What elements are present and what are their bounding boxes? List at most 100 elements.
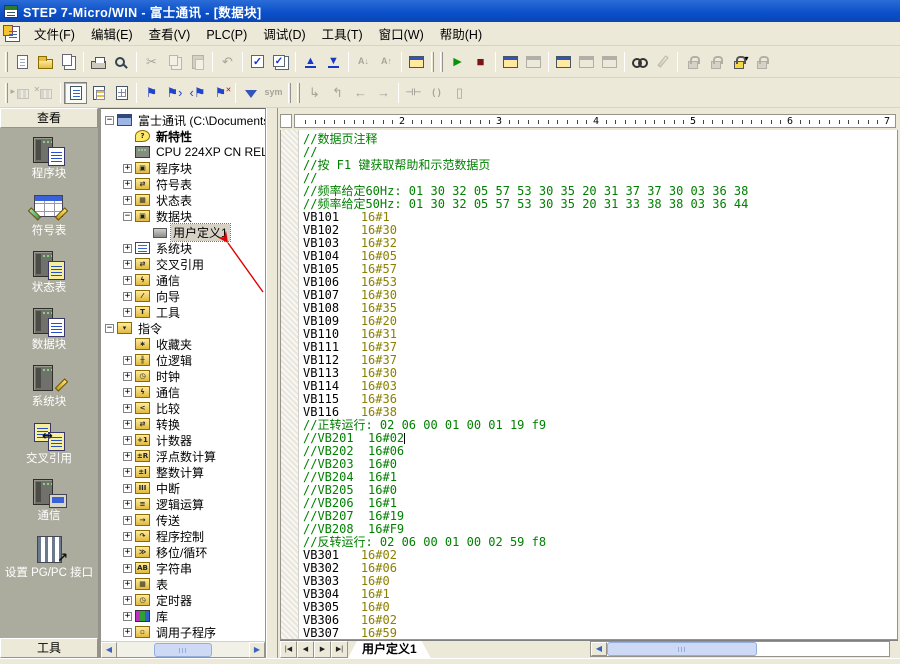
sidebar-item-status-chart[interactable]: 状态表 [0, 250, 98, 294]
data-block-text[interactable]: //数据页注释////按 F1 键获取帮助和示范数据页////频率给定60Hz:… [299, 130, 897, 639]
scroll-track[interactable] [757, 642, 889, 656]
expander-plus-icon[interactable]: + [123, 164, 134, 173]
sort-descending-button[interactable]: A↑ [375, 51, 398, 73]
tree-item[interactable]: ∗ 收藏夹 [103, 336, 265, 352]
tree-item[interactable]: + ϟ 通信 [103, 384, 265, 400]
tree-item[interactable]: + ▦ 表 [103, 576, 265, 592]
expander-plus-icon[interactable]: + [123, 468, 134, 477]
expander-plus-icon[interactable]: + [123, 564, 134, 573]
compile-all-button[interactable] [269, 51, 292, 73]
cut-button[interactable]: ✂ [140, 51, 163, 73]
code-line[interactable]: //按 F1 键获取帮助和示范数据页 [303, 159, 897, 172]
expander-plus-icon[interactable]: + [123, 276, 134, 285]
code-line[interactable]: VB302 16#06 [303, 562, 897, 575]
scroll-left-icon[interactable]: ◀ [101, 642, 117, 658]
sidebar-item-program-block[interactable]: 程序块 [0, 136, 98, 180]
expander-plus-icon[interactable]: + [123, 484, 134, 493]
paste-button[interactable] [186, 51, 209, 73]
expander-minus-icon[interactable]: − [123, 212, 134, 221]
pause-program-status-button[interactable] [522, 51, 545, 73]
tree-item[interactable]: + ⁄ 向导 [103, 288, 265, 304]
view-stl-button[interactable] [87, 82, 110, 104]
program-status-button[interactable] [499, 51, 522, 73]
coil-button[interactable]: ( ) [425, 82, 448, 104]
symbolic-addressing-button[interactable]: sym [262, 82, 285, 104]
expander-plus-icon[interactable]: + [123, 180, 134, 189]
expander-plus-icon[interactable]: + [123, 532, 134, 541]
scroll-thumb[interactable] [607, 642, 757, 656]
tab-user-defined-1[interactable]: 用户定义1 [348, 641, 431, 658]
tree-item[interactable]: + ⇄ 符号表 [103, 176, 265, 192]
menu-帮助(H)[interactable]: 帮助(H) [432, 25, 490, 45]
expander-minus-icon[interactable]: − [105, 116, 116, 125]
run-button[interactable]: ► [446, 51, 469, 73]
open-project-button[interactable] [34, 51, 57, 73]
lock-button[interactable] [681, 51, 704, 73]
sidebar-item-set-pg-pc-interface[interactable]: ↗ 设置 PG/PC 接口 [0, 535, 98, 579]
menu-文件(F)[interactable]: 文件(F) [26, 25, 83, 45]
expander-plus-icon[interactable]: + [123, 500, 134, 509]
tree-item[interactable]: + ϟ 通信 [103, 272, 265, 288]
scroll-right-icon[interactable]: ▶ [249, 642, 265, 658]
symbol-filter-button[interactable] [239, 82, 262, 104]
write-all-button[interactable] [598, 51, 621, 73]
tree-item[interactable]: + ↷ 程序控制 [103, 528, 265, 544]
expander-plus-icon[interactable]: + [123, 612, 134, 621]
box-button[interactable]: ▯ [448, 82, 471, 104]
delete-network-button[interactable] [34, 82, 57, 104]
expander-plus-icon[interactable]: + [123, 388, 134, 397]
compile-button[interactable] [246, 51, 269, 73]
expander-minus-icon[interactable]: − [105, 324, 116, 333]
expander-plus-icon[interactable]: + [123, 628, 134, 637]
tree-item[interactable]: + ◷ 时钟 [103, 368, 265, 384]
view-ladder-button[interactable] [64, 82, 87, 104]
sort-ascending-button[interactable]: A↓ [352, 51, 375, 73]
bookmark-next-button[interactable]: ⚑› [163, 82, 186, 104]
expander-plus-icon[interactable]: + [123, 308, 134, 317]
expander-plus-icon[interactable]: + [123, 372, 134, 381]
force-values-button[interactable] [651, 51, 674, 73]
tree-item[interactable]: + ≡ 逻辑运算 [103, 496, 265, 512]
menu-窗口(W)[interactable]: 窗口(W) [371, 25, 432, 45]
tree-item[interactable]: + ±R 浮点数计算 [103, 448, 265, 464]
code-line[interactable]: //频率给定50Hz: 01 30 32 05 57 53 30 35 20 3… [303, 198, 897, 211]
copy-button[interactable] [163, 51, 186, 73]
expander-plus-icon[interactable]: + [123, 420, 134, 429]
expander-plus-icon[interactable]: + [123, 580, 134, 589]
menu-编辑(E)[interactable]: 编辑(E) [83, 25, 141, 45]
password-lock-button[interactable] [727, 51, 750, 73]
code-line[interactable]: //数据页注释 [303, 133, 897, 146]
last-tab-icon[interactable]: ▶| [331, 641, 348, 658]
expander-plus-icon[interactable]: + [123, 196, 134, 205]
bookmark-clear-button[interactable]: ⚑ [209, 82, 232, 104]
tree-item[interactable]: ? 新特性 [103, 128, 265, 144]
tree-item[interactable]: − ▾ 指令 [103, 320, 265, 336]
tree-item[interactable]: + ▣ 程序块 [103, 160, 265, 176]
bookmark-toggle-button[interactable]: ⚑ [140, 82, 163, 104]
tree-item[interactable]: + ▫ 调用子程序 [103, 624, 265, 640]
view-bar-header[interactable]: 查看 [0, 108, 98, 128]
tree-item[interactable]: + ≫ 移位/循环 [103, 544, 265, 560]
tree-item[interactable]: CPU 224XP CN REL [103, 144, 265, 160]
sidebar-item-communication[interactable]: 通信 [0, 478, 98, 522]
line-left-button[interactable]: ← [349, 82, 372, 104]
expander-plus-icon[interactable]: + [123, 404, 134, 413]
tree-horizontal-scrollbar[interactable]: ◀ ▶ [101, 641, 265, 657]
expander-plus-icon[interactable]: + [123, 260, 134, 269]
print-preview-button[interactable] [110, 51, 133, 73]
contact-button[interactable]: ⊣⊢ [402, 82, 425, 104]
expander-plus-icon[interactable]: + [123, 292, 134, 301]
upload-button[interactable]: ▲ [299, 51, 322, 73]
tree-item[interactable]: + ╫ 位逻辑 [103, 352, 265, 368]
line-down-button[interactable]: ↳ [303, 82, 326, 104]
chart-status-button[interactable] [552, 51, 575, 73]
tree-item[interactable]: + ▦ 状态表 [103, 192, 265, 208]
tools-bar-header[interactable]: 工具 [0, 638, 98, 658]
document-system-icon[interactable] [5, 26, 20, 42]
expander-plus-icon[interactable]: + [123, 452, 134, 461]
save-all-button[interactable] [57, 51, 80, 73]
tree-item[interactable]: + ◷ 定时器 [103, 592, 265, 608]
expander-plus-icon[interactable]: + [123, 436, 134, 445]
menu-调试(D)[interactable]: 调试(D) [255, 25, 313, 45]
menu-工具(T)[interactable]: 工具(T) [314, 25, 371, 45]
